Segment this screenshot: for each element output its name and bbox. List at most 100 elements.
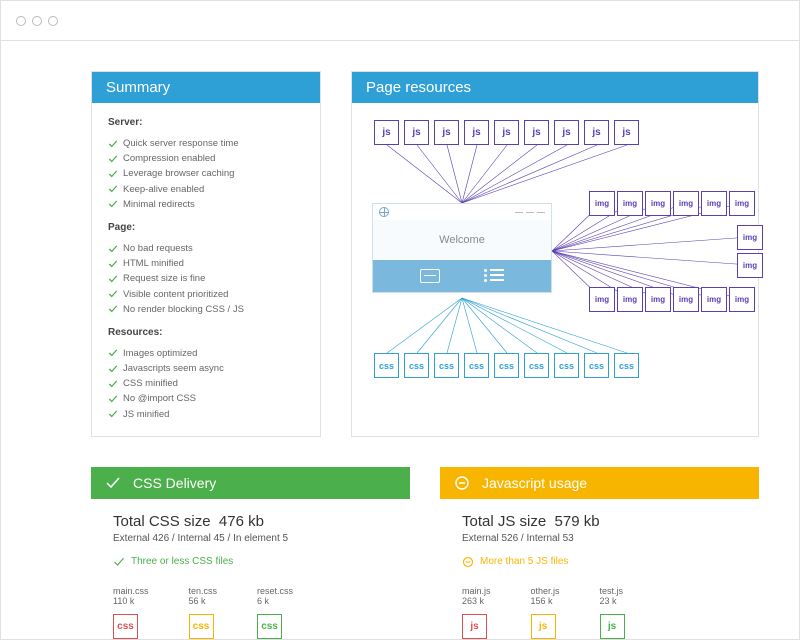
img-resource-icon: img <box>729 287 755 312</box>
summary-header: Summary <box>92 72 320 103</box>
check-icon <box>108 199 118 209</box>
summary-item: No @import CSS <box>108 391 304 406</box>
img-resource-icon: img <box>673 191 699 216</box>
img-resource-icon: img <box>645 191 671 216</box>
js-usage-body: Total JS size 579 kb External 526 / Inte… <box>440 499 759 639</box>
summary-item: Keep-alive enabled <box>108 182 304 197</box>
minus-circle-icon <box>462 556 474 568</box>
css-resource-icon: css <box>374 353 399 378</box>
file-type-icon: css <box>113 614 138 639</box>
js-total: Total JS size 579 kb <box>462 513 737 530</box>
img-resource-icon: img <box>673 287 699 312</box>
check-icon <box>105 475 121 491</box>
file-item: main.css110 kcss <box>113 586 149 639</box>
css-status: Three or less CSS files <box>113 556 388 568</box>
check-icon <box>108 289 118 299</box>
css-resource-icon: css <box>554 353 579 378</box>
js-resource-icon: js <box>374 120 399 145</box>
summary-page-list: No bad requestsHTML minifiedRequest size… <box>108 241 304 317</box>
summary-item: CSS minified <box>108 376 304 391</box>
browser-frame: Summary Server: Quick server response ti… <box>0 0 800 640</box>
js-resource-icon: js <box>614 120 639 145</box>
js-resource-icon: js <box>464 120 489 145</box>
file-type-icon: js <box>462 614 487 639</box>
check-icon <box>108 259 118 269</box>
check-icon <box>108 274 118 284</box>
check-icon <box>113 556 125 568</box>
summary-item: Leverage browser caching <box>108 166 304 181</box>
js-resource-icon: js <box>434 120 459 145</box>
summary-item: Compression enabled <box>108 151 304 166</box>
check-icon <box>108 379 118 389</box>
check-icon <box>108 364 118 374</box>
img-resource-icon: img <box>617 287 643 312</box>
resources-card: Page resources <box>351 71 759 437</box>
css-resource-icon: css <box>614 353 639 378</box>
img-resource-icon: img <box>737 225 763 250</box>
inbox-icon <box>420 269 440 283</box>
check-icon <box>108 348 118 358</box>
css-total: Total CSS size 476 kb <box>113 513 388 530</box>
chrome-maximize-icon[interactable] <box>48 16 58 26</box>
browser-chrome <box>1 1 799 41</box>
css-delivery-card: CSS Delivery Total CSS size 476 kb Exter… <box>91 467 410 639</box>
js-resource-icon: js <box>404 120 429 145</box>
check-icon <box>108 154 118 164</box>
window-controls-icon <box>515 212 545 213</box>
file-type-icon: js <box>600 614 625 639</box>
file-item: ten.css56 kcss <box>189 586 218 639</box>
check-icon <box>108 409 118 419</box>
img-resource-icon: img <box>617 191 643 216</box>
list-icon <box>484 269 504 284</box>
summary-page-label: Page: <box>108 222 304 233</box>
check-icon <box>108 244 118 254</box>
check-icon <box>108 304 118 314</box>
summary-server-label: Server: <box>108 117 304 128</box>
img-resource-icon: img <box>737 253 763 278</box>
check-icon <box>108 169 118 179</box>
js-resource-icon: js <box>584 120 609 145</box>
summary-item: Quick server response time <box>108 136 304 151</box>
mock-welcome: Welcome <box>373 220 551 260</box>
img-resource-icon: img <box>589 191 615 216</box>
check-icon <box>108 184 118 194</box>
js-resource-icon: js <box>554 120 579 145</box>
css-resource-icon: css <box>524 353 549 378</box>
summary-server-list: Quick server response timeCompression en… <box>108 136 304 212</box>
img-resource-icon: img <box>645 287 671 312</box>
css-resource-icon: css <box>404 353 429 378</box>
css-delivery-body: Total CSS size 476 kb External 426 / Int… <box>91 499 410 639</box>
css-resource-icon: css <box>464 353 489 378</box>
css-delivery-title: CSS Delivery <box>133 475 216 491</box>
summary-resources-list: Images optimizedJavascripts seem asyncCS… <box>108 346 304 422</box>
js-resource-icon: js <box>524 120 549 145</box>
file-item: main.js263 kjs <box>462 586 491 639</box>
summary-item: No bad requests <box>108 241 304 256</box>
img-resource-icon: img <box>701 287 727 312</box>
summary-item: Visible content prioritized <box>108 287 304 302</box>
css-files: main.css110 kcssten.css56 kcssreset.css6… <box>113 586 388 639</box>
resources-header: Page resources <box>352 72 758 103</box>
chrome-close-icon[interactable] <box>16 16 26 26</box>
chrome-minimize-icon[interactable] <box>32 16 42 26</box>
css-subtitle: External 426 / Internal 45 / In element … <box>113 533 388 544</box>
css-delivery-header: CSS Delivery <box>91 467 410 499</box>
img-resource-icon: img <box>729 191 755 216</box>
css-resource-icon: css <box>434 353 459 378</box>
img-resource-icon: img <box>589 287 615 312</box>
js-resource-icon: js <box>494 120 519 145</box>
file-item: other.js156 kjs <box>531 586 560 639</box>
summary-item: JS minified <box>108 407 304 422</box>
js-usage-title: Javascript usage <box>482 475 587 491</box>
resources-body: Welcome jsjsjsjsjsjsjsjsjs imgimgimgimgi… <box>352 103 758 423</box>
js-usage-card: Javascript usage Total JS size 579 kb Ex… <box>440 467 759 639</box>
check-icon <box>108 394 118 404</box>
file-type-icon: css <box>189 614 214 639</box>
summary-item: No render blocking CSS / JS <box>108 302 304 317</box>
file-type-icon: js <box>531 614 556 639</box>
summary-card: Summary Server: Quick server response ti… <box>91 71 321 437</box>
file-type-icon: css <box>257 614 282 639</box>
summary-item: HTML minified <box>108 256 304 271</box>
js-usage-header: Javascript usage <box>440 467 759 499</box>
summary-item: Minimal redirects <box>108 197 304 212</box>
